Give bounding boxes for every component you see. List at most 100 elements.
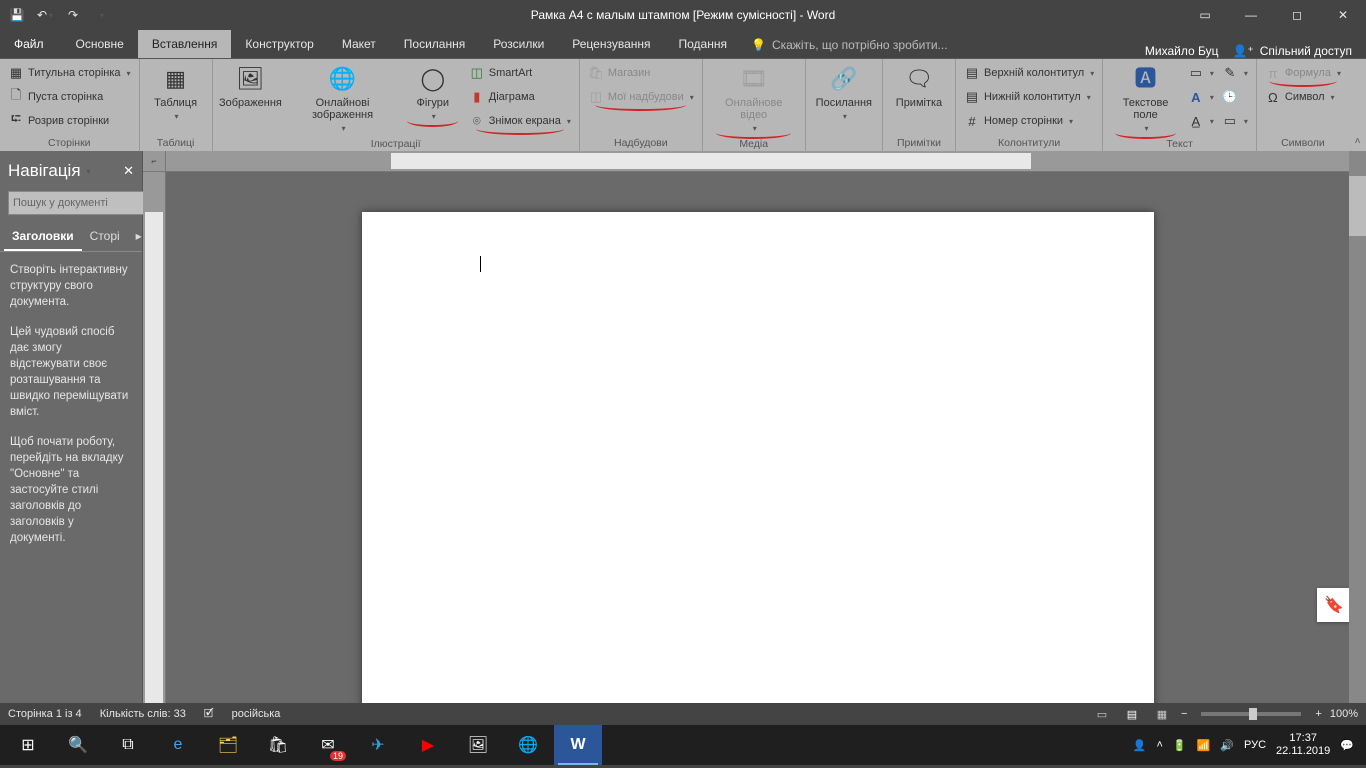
tab-view[interactable]: Подання [665, 30, 741, 58]
shapes-button[interactable]: ◯Фігури▾ [401, 61, 465, 125]
taskbar-word[interactable]: W [554, 725, 602, 765]
minimize-button[interactable]: — [1228, 0, 1274, 30]
nav-close-button[interactable]: ✕ [123, 163, 134, 179]
tab-insert[interactable]: Вставлення [138, 30, 232, 58]
page-canvas[interactable]: 🔖 [166, 172, 1349, 703]
tray-language[interactable]: РУС [1244, 739, 1266, 751]
blank-page-button[interactable]: 🗋Пуста сторінка [4, 85, 135, 109]
taskbar-edge[interactable]: e [154, 725, 202, 765]
page-number-label: Номер сторінки [984, 115, 1063, 127]
nav-tab-headings[interactable]: Заголовки [4, 223, 82, 251]
symbol-icon: Ω [1265, 89, 1281, 105]
footer-button[interactable]: ▤Нижній колонтитул▾ [960, 85, 1098, 109]
start-button[interactable]: ⊞ [4, 725, 52, 765]
tray-battery-icon[interactable]: 🔋 [1173, 739, 1187, 752]
object-button[interactable]: ▭▾ [1218, 109, 1252, 133]
drop-cap-button[interactable]: A̲▾ [1184, 109, 1218, 133]
view-read-mode-button[interactable]: ▭ [1091, 705, 1113, 723]
close-button[interactable]: ✕ [1320, 0, 1366, 30]
tray-clock[interactable]: 17:37 22.11.2019 [1276, 732, 1330, 758]
table-button[interactable]: ▦Таблиця▾ [144, 61, 208, 125]
tray-wifi-icon[interactable]: 📶 [1197, 739, 1211, 752]
cover-page-button[interactable]: ▦Титульна сторінка▾ [4, 61, 135, 85]
taskbar-explorer[interactable]: 🗂 [204, 725, 252, 765]
view-print-layout-button[interactable]: ▤ [1121, 705, 1143, 723]
taskbar-youtube[interactable]: ▶ [404, 725, 452, 765]
save-button[interactable]: 💾 [4, 2, 30, 28]
bookmark-flag-button[interactable]: 🔖 [1317, 588, 1349, 622]
task-view-button[interactable]: ⧉ [104, 725, 152, 765]
tab-home[interactable]: Основне [62, 30, 138, 58]
taskbar-photos[interactable]: 🖼 [454, 725, 502, 765]
zoom-out-button[interactable]: − [1181, 708, 1187, 720]
horizontal-ruler[interactable] [166, 151, 1349, 172]
scrollbar-thumb[interactable] [1349, 176, 1366, 236]
nav-menu-button[interactable]: ▾ [87, 167, 91, 176]
zoom-slider-thumb[interactable] [1249, 708, 1257, 720]
pictures-button[interactable]: 🖼Зображення [217, 61, 285, 111]
store-button[interactable]: 🛍Магазин [584, 61, 698, 85]
smartart-button[interactable]: ◫SmartArt [465, 61, 575, 85]
status-page[interactable]: Сторінка 1 із 4 [8, 708, 82, 720]
tab-layout[interactable]: Макет [328, 30, 390, 58]
tab-file[interactable]: Файл [0, 30, 58, 58]
chart-button[interactable]: ▮Діаграма [465, 85, 575, 109]
status-word-count[interactable]: Кількість слів: 33 [100, 708, 186, 720]
page-number-button[interactable]: #Номер сторінки▾ [960, 109, 1098, 133]
group-media-label: Медіа [707, 137, 801, 152]
document-page[interactable] [362, 212, 1154, 703]
user-name[interactable]: Михайло Буц [1145, 44, 1219, 58]
my-addins-button[interactable]: ◫Мої надбудови▾ [584, 85, 698, 109]
tab-review[interactable]: Рецензування [558, 30, 664, 58]
collapse-ribbon-button[interactable]: ˄ [1355, 136, 1361, 147]
nav-tab-pages[interactable]: Сторі [82, 223, 128, 251]
comment-button[interactable]: 🗨Примітка [887, 61, 951, 111]
zoom-level[interactable]: 100% [1330, 708, 1358, 720]
nav-title: Навігація [8, 161, 81, 181]
vertical-scrollbar[interactable] [1349, 172, 1366, 703]
tray-notifications-icon[interactable]: 💬 [1340, 739, 1354, 752]
share-button[interactable]: 👤⁺ Спільний доступ [1232, 44, 1352, 58]
taskbar-chrome[interactable]: 🌐 [504, 725, 552, 765]
view-web-layout-button[interactable]: ▦ [1151, 705, 1173, 723]
vertical-ruler[interactable] [143, 172, 166, 703]
taskbar-telegram[interactable]: ✈ [354, 725, 402, 765]
tray-volume-icon[interactable]: 🔊 [1220, 739, 1234, 752]
search-button[interactable]: 🔍 [54, 725, 102, 765]
textbox-button[interactable]: 🅰Текстове поле▾ [1107, 61, 1184, 137]
status-spellcheck[interactable]: 🗹 [204, 705, 214, 724]
tab-design[interactable]: Конструктор [231, 30, 327, 58]
signature-line-button[interactable]: ✎▾ [1218, 61, 1252, 85]
ribbon-display-options-button[interactable]: ▭ [1182, 0, 1228, 30]
quick-parts-button[interactable]: ▭▾ [1184, 61, 1218, 85]
screenshot-button[interactable]: ⌾Знімок екрана▾ [465, 109, 575, 133]
redo-button[interactable]: ↷ [60, 2, 86, 28]
tab-references[interactable]: Посилання [390, 30, 479, 58]
undo-button[interactable]: ↶▾ [32, 2, 58, 28]
tray-people[interactable]: 👤 [1133, 739, 1147, 752]
symbol-button[interactable]: ΩСимвол▾ [1261, 85, 1345, 109]
online-video-button[interactable]: 🎞Онлайнове відео▾ [707, 61, 801, 137]
ruler-corner[interactable]: ⌐ [143, 151, 166, 172]
nav-search-input[interactable] [8, 191, 159, 215]
status-language[interactable]: російська [232, 708, 281, 720]
tab-mailings[interactable]: Розсилки [479, 30, 558, 58]
equation-button[interactable]: πФормула▾ [1261, 61, 1345, 85]
qat-customize-button[interactable]: ▾ [88, 2, 114, 28]
header-button[interactable]: ▤Верхній колонтитул▾ [960, 61, 1098, 85]
online-pictures-button[interactable]: 🌐Онлайнові зображення▾ [284, 61, 401, 137]
group-pages-label: Сторінки [4, 136, 135, 151]
zoom-slider[interactable] [1201, 712, 1301, 716]
tray-chevron[interactable]: ˄ [1156, 739, 1162, 751]
wordart-button[interactable]: A▾ [1184, 85, 1218, 109]
online-pictures-icon: 🌐 [327, 63, 359, 95]
date-time-button[interactable]: 🕒 [1218, 85, 1252, 109]
maximize-button[interactable]: ◻ [1274, 0, 1320, 30]
zoom-in-button[interactable]: + [1315, 708, 1321, 720]
taskbar-mail[interactable]: ✉19 [304, 725, 352, 765]
nav-text-1: Створіть інтерактивну структуру свого до… [10, 262, 132, 310]
tell-me-search[interactable]: 💡Скажіть, що потрібно зробити... [741, 32, 958, 58]
page-break-button[interactable]: ⮓Розрив сторінки [4, 109, 135, 133]
links-button[interactable]: 🔗Посилання▾ [810, 61, 878, 125]
taskbar-store[interactable]: 🛍 [254, 725, 302, 765]
